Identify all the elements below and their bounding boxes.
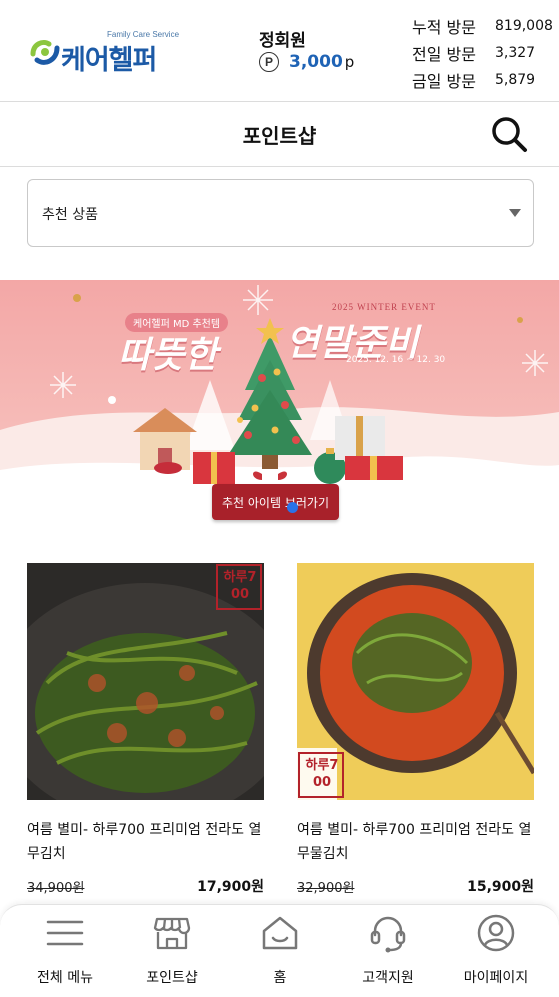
product-name[interactable]: 여름 별미- 하루700 프리미엄 전라도 열무김치 [27, 818, 264, 866]
headset-icon [370, 916, 406, 953]
banner-headline-left: 따뜻한 [118, 335, 218, 376]
nav-item-menu[interactable]: 전체 메뉴 [9, 905, 121, 997]
product-stamp: 하루700 [223, 570, 257, 602]
product-prices: 34,900원 17,900원 [27, 876, 264, 896]
stat-row: 누적 방문 819,008 [412, 12, 553, 39]
bottom-navigation: 전체 메뉴 포인트샵 홈 고객지원 마이페이지 [0, 904, 559, 997]
stat-value: 819,008 [495, 17, 553, 34]
logo-text: 케어헬퍼 [61, 45, 157, 76]
home-icon [262, 916, 298, 950]
point-icon: P [259, 52, 279, 72]
stat-row: 전일 방문 3,327 [412, 39, 553, 66]
banner-cta-label: 추천 아이템 보러가기 [222, 495, 329, 510]
logo[interactable]: Family Care Service 케어헬퍼 [27, 30, 187, 76]
banner-pagination-dot[interactable] [287, 502, 298, 513]
caret-down-icon [509, 209, 521, 217]
stat-label: 금일 방문 [412, 71, 476, 91]
nav-item-pointshop[interactable]: 포인트샵 [116, 905, 228, 997]
stat-row: 금일 방문 5,879 [412, 66, 553, 93]
page-title-bar: 포인트샵 [0, 102, 559, 167]
point-unit: p [344, 53, 355, 71]
member-grade: 정회원 [259, 31, 306, 51]
product-name[interactable]: 여름 별미- 하루700 프리미엄 전라도 열무물김치 [297, 818, 534, 866]
point-value: 3,000 [289, 52, 343, 72]
stat-value: 3,327 [495, 44, 536, 61]
top-header: Family Care Service 케어헬퍼 정회원 P 3,000 p 누… [0, 0, 559, 102]
category-select[interactable]: 추천 상품 [27, 179, 534, 247]
nav-label: 마이페이지 [463, 970, 529, 986]
banner-event-name: 2025 WINTER EVENT [332, 302, 436, 312]
banner-dates: 2025. 12. 16 ~ 12. 30 [346, 355, 446, 365]
product-prices: 32,900원 15,900원 [297, 876, 534, 896]
banner-cta-button[interactable]: 추천 아이템 보러가기 [212, 484, 339, 520]
category-select-value: 추천 상품 [42, 207, 98, 223]
promo-banner[interactable]: 케어헬퍼 MD 추천템 2025 WINTER EVENT 따뜻한 연말준비 2… [0, 280, 559, 526]
page-title: 포인트샵 [242, 124, 317, 148]
product-stamp: 하루700 [305, 758, 339, 790]
stat-label: 전일 방문 [412, 44, 476, 64]
nav-label: 전체 메뉴 [37, 970, 93, 986]
product-original-price: 32,900원 [297, 880, 355, 896]
stat-label: 누적 방문 [412, 17, 476, 37]
product-image[interactable]: 하루700 [297, 563, 534, 800]
product-image[interactable]: 하루700 [27, 563, 264, 800]
menu-icon [46, 920, 84, 946]
visit-stats: 누적 방문 819,008 전일 방문 3,327 금일 방문 5,879 [412, 12, 553, 93]
point-balance: P 3,000 p [259, 52, 354, 72]
nav-item-home[interactable]: 홈 [224, 905, 336, 997]
stat-value: 5,879 [495, 71, 536, 88]
product-original-price: 34,900원 [27, 880, 85, 896]
product-card[interactable]: 하루700 여름 별미- 하루700 프리미엄 전라도 열무물김치 32,900… [297, 563, 534, 896]
nav-label: 홈 [273, 970, 287, 986]
search-icon[interactable] [489, 114, 529, 154]
nav-item-mypage[interactable]: 마이페이지 [440, 905, 552, 997]
nav-label: 포인트샵 [146, 970, 198, 986]
product-sale-price: 17,900원 [197, 879, 264, 895]
nav-item-support[interactable]: 고객지원 [332, 905, 444, 997]
user-icon [477, 914, 515, 952]
store-icon [153, 917, 191, 950]
logo-mark-icon [30, 39, 60, 65]
nav-label: 고객지원 [362, 970, 414, 986]
product-card[interactable]: 하루700 여름 별미- 하루700 프리미엄 전라도 열무김치 34,900원… [27, 563, 264, 896]
product-sale-price: 15,900원 [467, 879, 534, 895]
